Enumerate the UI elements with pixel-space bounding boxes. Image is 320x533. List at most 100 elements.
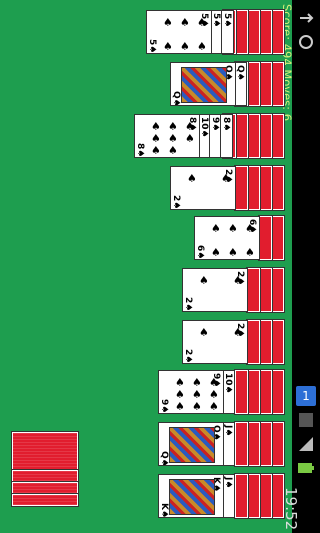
face-down-card (259, 114, 272, 158)
spade-pip-icon: ♠ (199, 326, 209, 339)
spade-pip-icon: ♠ (221, 172, 231, 185)
card-rank: 5♠ (211, 13, 221, 28)
spade-pip-icon: ♠ (211, 246, 221, 259)
stock-card[interactable] (12, 482, 78, 494)
face-down-card (259, 370, 272, 414)
face-down-card (247, 166, 260, 210)
face-down-card (259, 268, 272, 312)
face-down-card (271, 216, 284, 260)
face-up-card[interactable]: K♠ K♠ (158, 474, 224, 518)
face-card-art (181, 67, 227, 103)
spade-pip-icon: ♠ (192, 400, 202, 413)
face-down-card (271, 62, 284, 106)
face-up-card[interactable]: 8♠ 8♠ ♠ ♠ ♠ ♠ ♠ ♠ ♠ ♠ (134, 114, 200, 158)
usb-icon (296, 8, 316, 28)
battery-icon (296, 458, 316, 478)
update-icon (296, 32, 316, 52)
spade-pip-icon: ♠ (175, 400, 185, 413)
face-up-card[interactable]: 2♠ 2♠ ♠ ♠ (182, 268, 248, 312)
spade-pip-icon: ♠ (163, 16, 173, 29)
face-up-card[interactable]: Q♠ Q♠ (170, 62, 236, 106)
face-down-card (271, 370, 284, 414)
face-card-art (169, 427, 215, 463)
face-down-card (235, 474, 248, 518)
spade-pip-icon: ♠ (151, 144, 161, 157)
face-down-card (235, 422, 248, 466)
face-down-card (247, 320, 260, 364)
spade-pip-icon: ♠ (228, 222, 238, 235)
face-down-card (271, 166, 284, 210)
spade-pip-icon: ♠ (209, 400, 219, 413)
spade-pip-icon: ♠ (180, 16, 190, 29)
spade-pip-icon: ♠ (211, 222, 221, 235)
spade-pip-icon: ♠ (228, 246, 238, 259)
face-up-card-edge[interactable]: 8♠ (220, 114, 233, 158)
card-rank: 2♠ (183, 349, 193, 364)
card-rank: K♠ (159, 503, 169, 518)
spade-pip-icon: ♠ (185, 132, 195, 145)
face-up-card[interactable]: 5♠ 5♠ ♠ ♠ ♠ ♠ ♠ ♠ (146, 10, 212, 54)
spade-pip-icon: ♠ (185, 120, 195, 133)
notification-icon (296, 410, 316, 430)
spade-pip-icon: ♠ (175, 376, 185, 389)
spade-pip-icon: ♠ (192, 388, 202, 401)
spade-pip-icon: ♠ (209, 376, 219, 389)
card-rank: 5♠ (147, 39, 157, 54)
card-rank: 5♠ (222, 13, 232, 28)
spade-pip-icon: ♠ (180, 40, 190, 53)
face-down-card (259, 62, 272, 106)
spade-pip-icon: ♠ (168, 144, 178, 157)
spade-pip-icon: ♠ (199, 274, 209, 287)
face-up-card[interactable]: 6♠ 6♠ ♠ ♠ ♠ ♠ ♠ ♠ (194, 216, 260, 260)
card-rank: 2♠ (183, 297, 193, 312)
card-rank: 8♠ (221, 117, 231, 132)
face-card-art (169, 479, 215, 515)
face-down-card (247, 474, 260, 518)
face-down-card (271, 114, 284, 158)
face-up-card[interactable]: 9♠ 9♠ ♠ ♠ ♠ ♠ ♠ ♠ ♠ ♠ ♠ (158, 370, 224, 414)
spade-pip-icon: ♠ (175, 388, 185, 401)
face-down-card (247, 370, 260, 414)
face-down-card (271, 474, 284, 518)
card-rank: 6♠ (195, 245, 205, 260)
card-rank: 2♠ (171, 195, 181, 210)
card-rank: 8♠ (135, 143, 145, 158)
stock-card[interactable] (12, 494, 78, 506)
spade-pip-icon: ♠ (233, 274, 243, 287)
face-down-card (271, 268, 284, 312)
face-down-card (271, 10, 284, 54)
clock: 19:52 (282, 487, 300, 531)
face-down-card (259, 216, 272, 260)
card-rank: J♠ (223, 425, 233, 437)
spade-pip-icon: ♠ (163, 40, 173, 53)
face-down-card (235, 370, 248, 414)
spade-pip-icon: ♠ (245, 246, 255, 259)
face-down-card (259, 10, 272, 54)
signal-icon (296, 434, 316, 454)
spade-pip-icon: ♠ (192, 376, 202, 389)
face-down-card (247, 114, 260, 158)
spade-pip-icon: ♠ (197, 40, 207, 53)
spade-pip-icon: ♠ (233, 326, 243, 339)
face-down-card (259, 320, 272, 364)
stock-card[interactable] (12, 470, 78, 482)
face-up-card[interactable]: Q♠ Q♠ (158, 422, 224, 466)
card-rank: 10♠ (199, 117, 209, 138)
face-down-card (235, 166, 248, 210)
spade-pip-icon: ♠ (151, 120, 161, 133)
notification-badge: 1 (296, 386, 316, 406)
card-rank: 9♠ (159, 399, 169, 414)
card-rank: Q♠ (159, 451, 169, 466)
status-bar: 1 (292, 0, 320, 533)
spade-pip-icon: ♠ (245, 222, 255, 235)
spade-pip-icon: ♠ (209, 388, 219, 401)
face-up-card[interactable]: 2♠ 2♠ ♠ ♠ (182, 320, 248, 364)
face-down-card (271, 320, 284, 364)
face-up-card-edge[interactable]: 5♠ (221, 10, 234, 54)
face-down-card (235, 10, 248, 54)
face-down-card (259, 474, 272, 518)
face-down-card (247, 422, 260, 466)
face-up-card[interactable]: 2♠ 2♠ ♠ ♠ (170, 166, 236, 210)
spade-pip-icon: ♠ (197, 16, 207, 29)
spade-pip-icon: ♠ (187, 172, 197, 185)
